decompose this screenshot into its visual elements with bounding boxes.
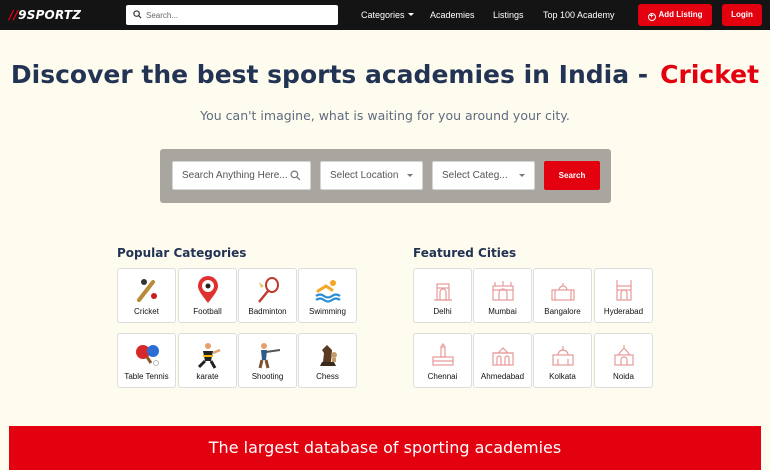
city-card-chennai[interactable]: Chennai	[413, 333, 472, 388]
football-location-icon	[198, 276, 218, 303]
login-button[interactable]: Login	[722, 4, 762, 26]
chevron-down-icon	[519, 174, 525, 177]
hyderabad-landmark-icon	[616, 280, 632, 301]
city-card-noida[interactable]: Noida	[594, 333, 653, 388]
search-anything-input[interactable]: Search Anything Here...	[172, 161, 311, 190]
hero-search-panel: Search Anything Here... Select Location …	[160, 149, 611, 203]
category-card-shooting[interactable]: Shooting	[238, 333, 297, 388]
city-card-hyderabad[interactable]: Hyderabad	[594, 268, 653, 323]
city-card-mumbai[interactable]: Mumbai	[473, 268, 532, 323]
chevron-down-icon	[407, 13, 414, 16]
site-logo[interactable]: //9SPORTZ	[9, 8, 81, 22]
top-navbar: //9SPORTZ Categories Academies Listings …	[0, 0, 770, 30]
category-card-cricket[interactable]: Cricket	[117, 268, 176, 323]
select-category-dropdown[interactable]: Select Categ...	[432, 161, 535, 190]
mumbai-landmark-icon	[492, 281, 514, 301]
nav-academies-link[interactable]: Academies	[430, 10, 475, 20]
chennai-landmark-icon	[432, 342, 454, 366]
hero-title: Discover the best sports academies in In…	[10, 60, 760, 89]
popular-categories-title: Popular Categories	[117, 246, 247, 260]
hero-highlight: Cricket	[660, 60, 760, 89]
navbar-search-input[interactable]	[146, 7, 331, 23]
category-card-karate[interactable]: karate	[178, 333, 237, 388]
category-card-badminton[interactable]: Badminton	[238, 268, 297, 323]
badminton-icon	[258, 277, 279, 303]
select-location-dropdown[interactable]: Select Location	[320, 161, 423, 190]
category-card-swimming[interactable]: Swimming	[298, 268, 357, 323]
city-card-bangalore[interactable]: Bangalore	[533, 268, 592, 323]
city-card-ahmedabad[interactable]: Ahmedabad	[473, 333, 532, 388]
tagline-text: The largest database of sporting academi…	[208, 438, 562, 457]
nav-top100-link[interactable]: Top 100 Academy	[543, 10, 615, 20]
table-tennis-icon	[136, 345, 159, 366]
tagline-banner: The largest database of sporting academi…	[9, 426, 761, 470]
category-card-football[interactable]: Football	[178, 268, 237, 323]
bangalore-landmark-icon	[551, 283, 575, 301]
navbar-search[interactable]	[126, 5, 338, 25]
plus-circle-icon: +	[647, 13, 656, 21]
swimming-icon	[315, 280, 341, 303]
add-listing-button[interactable]: + Add Listing	[638, 4, 712, 26]
nav-categories-dropdown[interactable]: Categories	[361, 10, 414, 20]
delhi-landmark-icon	[434, 283, 452, 301]
search-icon	[290, 170, 301, 181]
kolkata-landmark-icon	[552, 346, 574, 366]
ahmedabad-landmark-icon	[492, 347, 514, 366]
featured-cities-title: Featured Cities	[413, 246, 517, 260]
nav-listings-link[interactable]: Listings	[493, 10, 524, 20]
city-card-kolkata[interactable]: Kolkata	[533, 333, 592, 388]
search-icon	[133, 10, 142, 19]
search-button[interactable]: Search	[544, 161, 600, 190]
chess-icon	[320, 345, 337, 366]
cricket-icon	[137, 279, 157, 302]
shooting-icon	[258, 343, 281, 369]
category-card-table-tennis[interactable]: Table Tennis	[117, 333, 176, 388]
noida-landmark-icon	[614, 345, 634, 366]
city-card-delhi[interactable]: Delhi	[413, 268, 472, 323]
category-card-chess[interactable]: Chess	[298, 333, 357, 388]
chevron-down-icon	[407, 174, 413, 177]
karate-icon	[197, 343, 221, 369]
hero-subtitle: You can't imagine, what is waiting for y…	[200, 108, 570, 123]
